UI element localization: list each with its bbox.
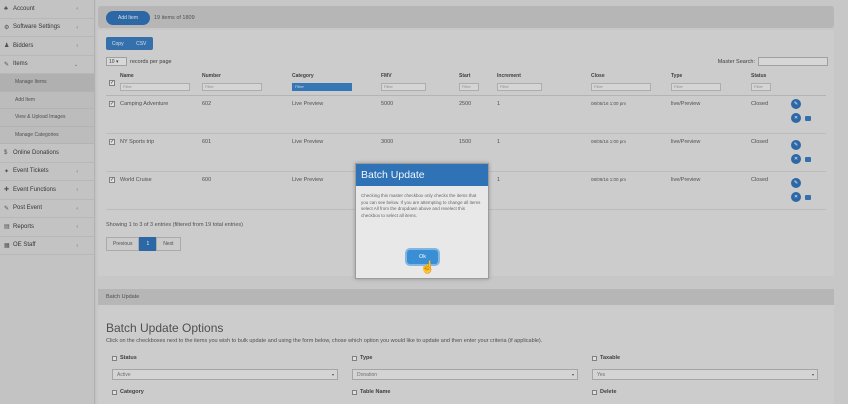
modal-title: Batch Update (356, 164, 488, 186)
hand-cursor-icon: ☝ (420, 260, 435, 274)
modal-message: Checking this master checkbox only check… (361, 193, 481, 218)
